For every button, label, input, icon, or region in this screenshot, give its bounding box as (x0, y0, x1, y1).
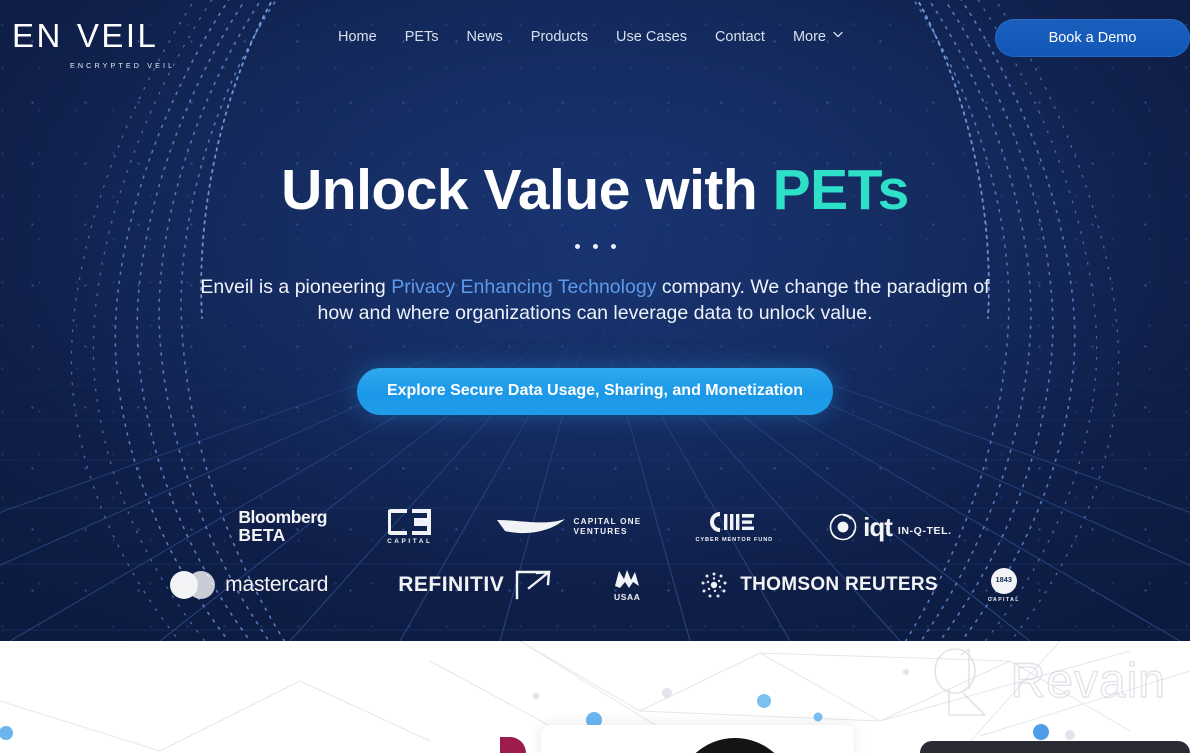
privacy-enhancing-technology-link[interactable]: Privacy Enhancing Technology (391, 276, 656, 298)
partner-logo-usaa[interactable]: USAA (613, 563, 641, 607)
capital-one-line1: CAPITAL ONE (573, 517, 642, 527)
page-title-main: Unlock Value with (281, 158, 758, 222)
usaa-label: USAA (613, 592, 641, 602)
capital-one-ventures-label: CAPITAL ONE VENTURES (574, 517, 642, 536)
partner-logo-1843-capital[interactable]: 1843 CAPITAL (988, 563, 1020, 607)
nav-item-news[interactable]: News (453, 28, 517, 47)
partner-logo-refinitiv[interactable]: REFINITIV (398, 563, 551, 607)
explore-secure-data-button[interactable]: Explore Secure Data Usage, Sharing, and … (356, 367, 834, 415)
chevron-down-icon (833, 31, 843, 40)
partner-logo-bloomberg-beta[interactable]: Bloomberg BETA (238, 505, 327, 549)
separator-dot (592, 243, 598, 249)
decorative-dot-separator (0, 243, 1190, 249)
mastercard-label: mastercard (225, 573, 329, 596)
book-a-demo-button[interactable]: Book a Demo (995, 19, 1190, 57)
refinitiv-mark-icon (515, 570, 551, 600)
partner-logo-thomson-reuters[interactable]: THOMSON REUTERS (699, 563, 938, 607)
nav-item-home[interactable]: Home (338, 28, 391, 47)
nav-item-use-cases[interactable]: Use Cases (602, 28, 701, 47)
1843-capital-mark-icon: 1843 (990, 567, 1017, 594)
separator-dot (574, 243, 580, 249)
bloomberg-beta-line2: BETA (238, 525, 286, 545)
partner-logo-iqt-in-q-tel[interactable]: iqt IN-Q-TEL. (829, 505, 952, 549)
refinitiv-label: REFINITIV (398, 573, 505, 596)
nav-item-contact[interactable]: Contact (701, 28, 779, 47)
brand-logo-part1: EN (12, 16, 63, 54)
iqt-wordmark: iqt (863, 511, 893, 542)
iqt-mark-icon (829, 513, 857, 541)
nav-links: Home PETs News Products Use Cases Contac… (338, 28, 856, 47)
mastercard-circles-icon (170, 571, 216, 599)
hero-subheading: Enveil is a pioneering Privacy Enhancing… (185, 274, 1005, 326)
thomson-reuters-label: THOMSON REUTERS (740, 574, 938, 595)
capital-one-swoosh-icon (495, 516, 567, 538)
brand-logo[interactable]: EN VEIL ENCRYPTED VEIL (12, 18, 172, 71)
nav-item-products[interactable]: Products (517, 28, 602, 47)
separator-dot (610, 243, 616, 249)
mastercard-circle-right (187, 571, 216, 599)
hero-content: Unlock Value with PETs Enveil is a pione… (0, 158, 1190, 415)
partner-logo-c5-capital[interactable]: CAPITAL (386, 505, 433, 549)
c5-capital-label: CAPITAL (387, 538, 433, 545)
partner-logo-cyber-mentor-fund[interactable]: CYBER MENTOR FUND (695, 505, 773, 549)
top-navigation-bar: EN VEIL ENCRYPTED VEIL Home PETs News Pr… (0, 0, 1190, 75)
1843-capital-label: CAPITAL (987, 596, 1020, 603)
partner-logo-capital-one-ventures[interactable]: CAPITAL ONE VENTURES (495, 505, 642, 549)
brand-logo-wordmark: EN VEIL (12, 12, 156, 58)
partner-logo-row-1: Bloomberg BETA CAPITAL CAPITAL ONE VENTU… (238, 505, 951, 549)
hero-subheading-before: Enveil is a pioneering (200, 275, 392, 298)
nav-item-pets[interactable]: PETs (391, 28, 453, 47)
cyber-mentor-fund-mark-icon (708, 511, 760, 533)
c5-mark-icon (386, 509, 432, 535)
decorative-card-dark (920, 741, 1190, 753)
brand-logo-tagline: ENCRYPTED VEIL (70, 61, 176, 70)
brand-logo-part2: VEIL (76, 16, 159, 54)
usaa-eagle-icon (613, 568, 641, 590)
nav-item-more-label: More (792, 29, 826, 45)
partner-logo-wall: Bloomberg BETA CAPITAL CAPITAL ONE VENTU… (0, 505, 1190, 607)
nav-item-more[interactable]: More (779, 28, 856, 47)
partner-logo-mastercard[interactable]: mastercard (170, 563, 328, 607)
hero-cta-wrapper: Explore Secure Data Usage, Sharing, and … (0, 367, 1190, 415)
hero-section: EN VEIL ENCRYPTED VEIL Home PETs News Pr… (0, 0, 1190, 641)
thomson-reuters-spiral-icon (699, 570, 729, 600)
page-title: Unlock Value with PETs (0, 158, 1190, 222)
page-title-accent: PETs (772, 158, 910, 222)
decorative-card-white (541, 725, 854, 753)
page-root: EN VEIL ENCRYPTED VEIL Home PETs News Pr… (0, 0, 1190, 753)
partner-logo-row-2: mastercard REFINITIV USAA THOMSON REUTER… (170, 563, 1020, 607)
in-q-tel-label: IN-Q-TEL. (897, 525, 952, 537)
cyber-mentor-fund-label: CYBER MENTOR FUND (695, 537, 774, 543)
capital-one-line2: VENTURES (573, 527, 628, 536)
